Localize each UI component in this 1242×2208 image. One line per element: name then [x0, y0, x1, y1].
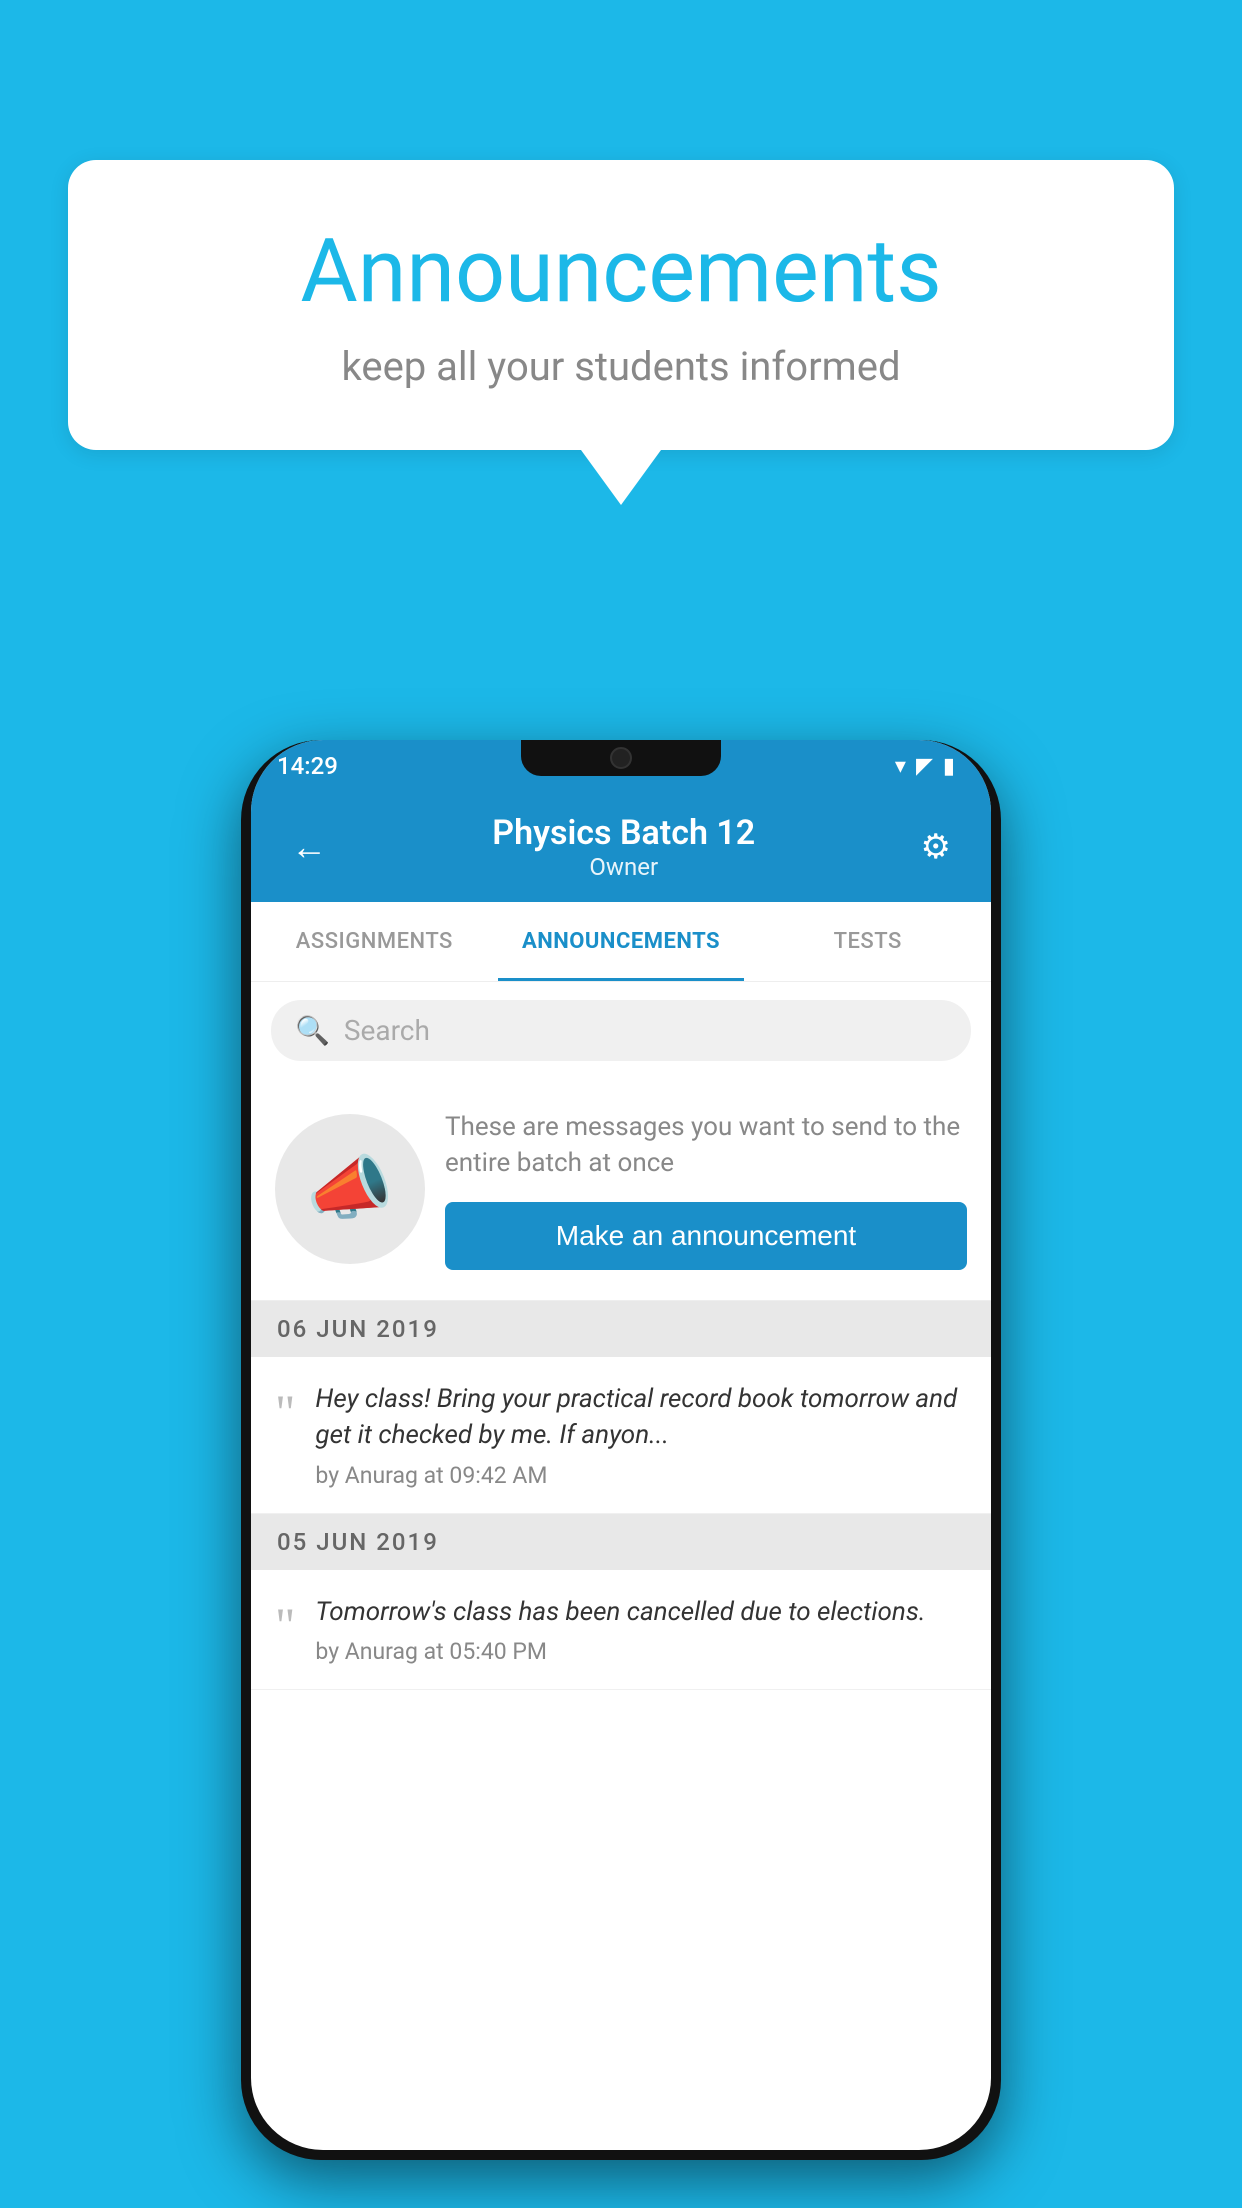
back-button[interactable]: ←: [281, 816, 337, 878]
announcement-item-2[interactable]: " Tomorrow's class has been cancelled du…: [251, 1570, 991, 1690]
speech-bubble-title: Announcements: [148, 220, 1094, 323]
search-bar[interactable]: 🔍 Search: [271, 1000, 971, 1061]
tab-bar: ASSIGNMENTS ANNOUNCEMENTS TESTS: [251, 902, 991, 982]
app-bar: ← Physics Batch 12 Owner ⚙: [251, 792, 991, 902]
promo-icon-circle: 📣: [275, 1114, 425, 1264]
phone-camera: [610, 747, 632, 769]
date-separator-2: 05 JUN 2019: [251, 1514, 991, 1570]
announcement-content-1: Hey class! Bring your practical record b…: [315, 1381, 967, 1489]
signal-icon: ◤: [916, 754, 933, 779]
announcement-content-2: Tomorrow's class has been cancelled due …: [315, 1594, 967, 1665]
app-bar-subtitle: Owner: [337, 853, 911, 881]
search-container: 🔍 Search: [251, 982, 991, 1079]
settings-button[interactable]: ⚙: [911, 817, 961, 877]
battery-icon: ▮: [943, 754, 955, 779]
speech-bubble-section: Announcements keep all your students inf…: [68, 160, 1174, 505]
date-separator-1: 06 JUN 2019: [251, 1301, 991, 1357]
app-bar-title: Physics Batch 12: [337, 813, 911, 853]
search-placeholder: Search: [344, 1014, 430, 1047]
quote-icon-1: ": [275, 1387, 295, 1437]
scrollable-content: 🔍 Search 📣 These are messages you want t…: [251, 982, 991, 2150]
phone-screen: 14:29 ▾ ◤ ▮ ← Physics Batch 12 Owner ⚙: [251, 740, 991, 2150]
wifi-icon: ▾: [895, 754, 906, 779]
megaphone-icon: 📣: [306, 1148, 393, 1230]
tab-announcements[interactable]: ANNOUNCEMENTS: [498, 902, 745, 981]
announcement-item-1[interactable]: " Hey class! Bring your practical record…: [251, 1357, 991, 1514]
promo-section: 📣 These are messages you want to send to…: [251, 1079, 991, 1301]
speech-bubble-card: Announcements keep all your students inf…: [68, 160, 1174, 450]
announcement-meta-2: by Anurag at 05:40 PM: [315, 1638, 967, 1665]
promo-content: These are messages you want to send to t…: [445, 1109, 967, 1270]
make-announcement-button[interactable]: Make an announcement: [445, 1202, 967, 1270]
speech-bubble-arrow: [581, 450, 661, 505]
app-bar-title-container: Physics Batch 12 Owner: [337, 813, 911, 881]
quote-icon-2: ": [275, 1600, 295, 1650]
status-icons: ▾ ◤ ▮: [895, 754, 955, 779]
search-icon: 🔍: [295, 1014, 330, 1047]
announcement-meta-1: by Anurag at 09:42 AM: [315, 1462, 967, 1489]
promo-description: These are messages you want to send to t…: [445, 1109, 967, 1182]
tab-tests[interactable]: TESTS: [744, 902, 991, 981]
tab-assignments[interactable]: ASSIGNMENTS: [251, 902, 498, 981]
speech-bubble-subtitle: keep all your students informed: [148, 343, 1094, 390]
status-time: 14:29: [277, 752, 338, 780]
announcement-text-1: Hey class! Bring your practical record b…: [315, 1381, 967, 1454]
phone-notch: [521, 740, 721, 776]
phone-mockup: 14:29 ▾ ◤ ▮ ← Physics Batch 12 Owner ⚙: [241, 740, 1001, 2160]
announcement-text-2: Tomorrow's class has been cancelled due …: [315, 1594, 967, 1630]
